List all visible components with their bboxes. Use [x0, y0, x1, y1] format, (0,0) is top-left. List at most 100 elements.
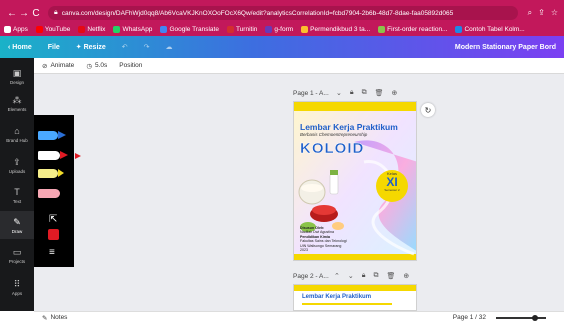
- sidebar-item-projects[interactable]: ▭ Projects: [0, 241, 34, 269]
- page1-canvas[interactable]: Lembar Kerja Praktikum Berbasis Chemoent…: [293, 101, 417, 261]
- author-block: Disusun Oleh: Nadilah Dwi Agustina Pendi…: [300, 226, 347, 252]
- bookmark-icon: [301, 25, 309, 33]
- star-icon[interactable]: ☆: [551, 8, 558, 18]
- duration-label: 5.0s: [94, 62, 108, 69]
- chevron-down-icon[interactable]: ⌄: [348, 272, 354, 280]
- cloud-sync-icon[interactable]: ☁: [166, 43, 173, 51]
- forward-icon[interactable]: →: [18, 8, 30, 19]
- bookmark-item[interactable]: Turnitin: [226, 25, 258, 33]
- animate-button[interactable]: ⊘ Animate: [42, 62, 74, 70]
- bookmark-icon: [160, 25, 168, 33]
- bookmark-item[interactable]: WhatsApp: [113, 25, 152, 33]
- sidebar-item-label: Apps: [11, 290, 23, 296]
- browser-address-bar: ← → C 🔒︎ canva.com/design/DAFhWjd0qq8/Ab…: [0, 4, 564, 22]
- bookmark-label: Turnitin: [235, 25, 258, 33]
- page1-controls: ⌄ 🔒︎ ⧉ 🗑︎ ⊕: [336, 89, 397, 97]
- share-icon[interactable]: ⇪: [538, 8, 545, 18]
- highlighter-tool[interactable]: [38, 169, 58, 178]
- select-cursor-icon[interactable]: ⇱: [49, 214, 57, 225]
- sidebar-item-text[interactable]: T Text: [0, 181, 34, 209]
- bookmark-item[interactable]: First-order reaction...: [378, 25, 448, 33]
- bookmark-label: Permendikbud 3 ta...: [310, 25, 371, 33]
- marker-tool[interactable]: [38, 151, 60, 160]
- redo-icon[interactable]: ↷: [144, 43, 150, 51]
- lock-page-icon[interactable]: 🔒︎: [350, 89, 354, 97]
- page2-top-bar: [294, 285, 416, 291]
- lock-page-icon[interactable]: 🔒︎: [362, 272, 366, 280]
- page1-label[interactable]: Page 1 - A...: [293, 90, 329, 97]
- bookmark-item[interactable]: YouTube: [35, 25, 70, 33]
- context-toolbar: ⊘ Animate ◷ 5.0s Position: [34, 58, 564, 74]
- bookmark-item[interactable]: g-form: [265, 25, 294, 33]
- eraser-tool[interactable]: [38, 189, 60, 198]
- color-picker[interactable]: [48, 229, 59, 240]
- zoom-icon[interactable]: ⌕: [528, 8, 532, 18]
- page-indicator[interactable]: Page 1 / 32: [453, 314, 486, 321]
- bookmark-icon: [455, 25, 463, 33]
- add-page-icon[interactable]: ⊕: [392, 89, 398, 97]
- bookmark-label: g-form: [274, 25, 294, 33]
- menu-icon[interactable]: ≡: [49, 247, 55, 258]
- class-value: XI: [386, 175, 398, 189]
- bookmark-label: First-order reaction...: [387, 25, 448, 33]
- year: 2023: [300, 248, 308, 253]
- add-page-icon[interactable]: ⊕: [403, 272, 409, 280]
- duration-button[interactable]: ◷ 5.0s: [86, 62, 107, 70]
- zoom-slider-knob[interactable]: [532, 314, 538, 321]
- highlighter-tip: [58, 169, 64, 177]
- pen-tip: [58, 131, 66, 139]
- sidebar-item-design[interactable]: ▣ Design: [0, 62, 34, 90]
- pen-tool[interactable]: [38, 131, 58, 140]
- resize-button[interactable]: ✦ Resize: [76, 43, 106, 51]
- file-menu[interactable]: File: [48, 44, 60, 51]
- refresh-page-button[interactable]: ↻: [421, 103, 435, 117]
- url-input[interactable]: 🔒︎ canva.com/design/DAFhWjd0qq8/Ab6VcaVK…: [48, 6, 518, 20]
- document-title[interactable]: Modern Stationary Paper Bord: [455, 44, 556, 51]
- page2-controls: ⌃ ⌄ 🔒︎ ⧉ 🗑︎ ⊕: [334, 272, 409, 280]
- reload-icon[interactable]: C: [30, 8, 42, 19]
- class-badge: Kelas XI Semester 2: [380, 171, 404, 192]
- bookmark-item[interactable]: Contoh Tabel Kolm...: [455, 25, 525, 33]
- page2-canvas[interactable]: Lembar Kerja Praktikum: [293, 284, 417, 311]
- sidebar-item-elements[interactable]: ⁂ Elements: [0, 89, 34, 117]
- folder-icon: ▭: [12, 246, 22, 257]
- notes-label: Notes: [50, 314, 68, 321]
- undo-icon[interactable]: ↶: [122, 43, 128, 51]
- sidebar-item-label: Brand Hub: [6, 137, 28, 143]
- delete-icon[interactable]: 🗑︎: [386, 272, 395, 280]
- bookmark-icon: [378, 25, 386, 33]
- clock-icon: ◷: [86, 62, 92, 70]
- duplicate-icon[interactable]: ⧉: [373, 272, 378, 280]
- bookmark-item[interactable]: Google Translate: [160, 25, 219, 33]
- sidebar-item-draw[interactable]: ✎ Draw: [0, 211, 34, 239]
- faculty: Fakultas Sains dan Teknologi: [300, 239, 347, 244]
- bookmark-label: Contoh Tabel Kolm...: [464, 25, 525, 33]
- page2-label[interactable]: Page 2 - A...: [293, 273, 329, 280]
- draw-icon: ✎: [13, 216, 21, 227]
- chevron-up-icon[interactable]: ⌃: [334, 272, 340, 280]
- cover-topic: KOLOID: [300, 140, 365, 157]
- bookmark-item[interactable]: Apps: [4, 25, 28, 33]
- position-button[interactable]: Position: [119, 62, 142, 69]
- chevron-down-icon[interactable]: ⌄: [336, 89, 342, 97]
- duplicate-icon[interactable]: ⧉: [362, 89, 367, 97]
- notes-button[interactable]: ✎ Notes: [42, 314, 67, 322]
- bookmark-item[interactable]: Netflix: [78, 25, 105, 33]
- sidebar-item-apps[interactable]: ⠿ Apps: [0, 273, 34, 301]
- apps-icon: ⠿: [13, 278, 21, 289]
- marker-tip: [60, 151, 68, 159]
- sidebar-item-uploads[interactable]: ⇪ Uploads: [0, 151, 34, 179]
- url-text: canva.com/design/DAFhWjd0qq8/Ab6VcaVKJKn…: [61, 9, 454, 17]
- zoom-slider[interactable]: [496, 314, 546, 321]
- home-button[interactable]: ‹ Home: [8, 44, 32, 51]
- delete-icon[interactable]: 🗑︎: [375, 89, 384, 97]
- home-label: Home: [12, 43, 32, 51]
- bookmarks-bar: Apps YouTube Netflix WhatsApp Google Transla…: [0, 22, 564, 36]
- sidebar-item-brand-hub[interactable]: ⌂ Brand Hub: [0, 120, 34, 148]
- back-icon[interactable]: ←: [6, 8, 18, 19]
- bookmark-label: Apps: [13, 25, 28, 33]
- sidebar-item-label: Design: [9, 79, 24, 85]
- page2-title: Lembar Kerja Praktikum: [302, 294, 372, 300]
- bookmark-item[interactable]: Permendikbud 3 ta...: [301, 25, 371, 33]
- bookmark-icon: [4, 25, 11, 33]
